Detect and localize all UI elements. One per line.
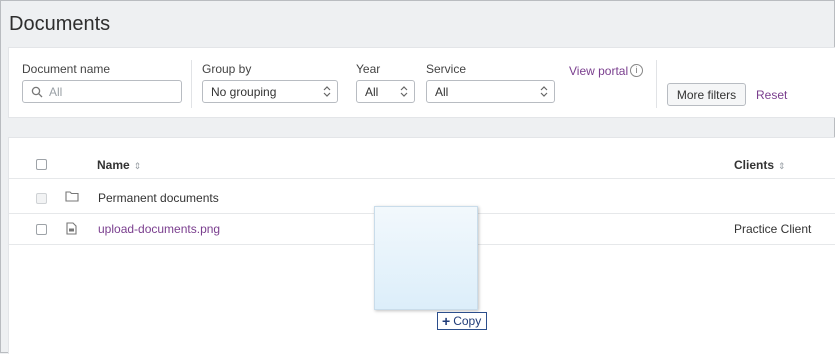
folder-icon: [65, 191, 79, 202]
page-title: Documents: [9, 13, 111, 35]
reset-link[interactable]: Reset: [756, 88, 787, 102]
year-select[interactable]: All: [356, 80, 415, 103]
view-portal-link[interactable]: View portal: [569, 64, 628, 78]
service-value: All: [435, 85, 449, 99]
service-label: Service: [426, 62, 467, 76]
search-icon: [31, 86, 43, 98]
row-name[interactable]: upload-documents.png: [98, 222, 220, 236]
image-file-icon: [66, 222, 77, 235]
sort-icon: ⇕: [778, 161, 786, 171]
sort-icon: ⇕: [133, 161, 142, 171]
filter-panel: Document name All Group by No grouping Y…: [8, 47, 835, 118]
name-column-label: Name: [97, 158, 130, 172]
document-name-search-input[interactable]: All: [22, 80, 182, 103]
clients-column-header[interactable]: Clients ⇕: [734, 158, 786, 172]
filter-divider: [191, 60, 192, 108]
year-value: All: [365, 85, 379, 99]
filter-divider: [656, 60, 657, 108]
chevron-up-down-icon: [540, 86, 548, 97]
service-select[interactable]: All: [426, 80, 555, 103]
row-name[interactable]: Permanent documents: [98, 191, 219, 205]
select-all-checkbox[interactable]: [36, 159, 47, 170]
chevron-up-down-icon: [323, 86, 331, 97]
chevron-up-down-icon: [400, 86, 408, 97]
header-divider: [9, 178, 835, 179]
document-name-label: Document name: [22, 62, 111, 76]
plus-icon: +: [442, 313, 451, 329]
document-name-placeholder: All: [49, 85, 63, 99]
info-icon[interactable]: i: [630, 64, 643, 77]
more-filters-button[interactable]: More filters: [667, 83, 746, 106]
copy-label: Copy: [453, 314, 482, 328]
row-checkbox[interactable]: [36, 193, 47, 204]
year-label: Year: [356, 62, 381, 76]
name-column-header[interactable]: Name ⇕: [97, 158, 141, 172]
row-checkbox[interactable]: [36, 224, 47, 235]
row-client: Practice Client: [734, 222, 812, 236]
group-by-value: No grouping: [211, 85, 277, 99]
drag-preview: [374, 206, 478, 310]
copy-drag-tooltip: + Copy: [437, 312, 488, 330]
group-by-select[interactable]: No grouping: [202, 80, 338, 103]
group-by-label: Group by: [202, 62, 252, 76]
clients-column-label: Clients: [734, 158, 775, 172]
